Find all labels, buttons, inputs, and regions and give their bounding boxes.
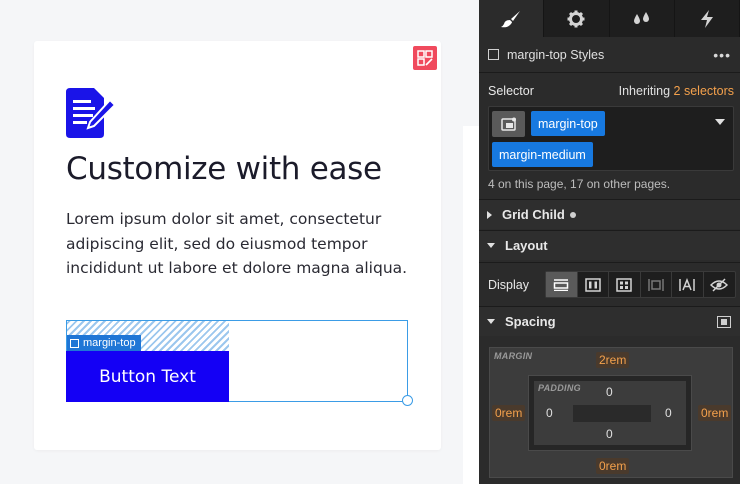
component-badge-icon[interactable] — [413, 46, 437, 70]
selector-label: Selector — [488, 84, 534, 98]
selector-field[interactable]: margin-top margin-medium — [488, 106, 734, 171]
drops-icon — [633, 11, 649, 24]
display-label: Display — [488, 278, 529, 292]
eye-slash-icon — [710, 277, 729, 292]
lightning-icon — [700, 9, 713, 28]
tab-style[interactable] — [479, 0, 545, 37]
section-title: Grid Child — [502, 207, 565, 222]
paintbrush-icon — [501, 10, 521, 27]
content-box — [573, 405, 651, 422]
display-inline-block-button[interactable] — [641, 272, 672, 297]
margin-editor: MARGIN 2rem 0rem 0rem 0rem PADDING 0 0 0… — [489, 347, 733, 478]
display-inline-icon — [679, 277, 695, 291]
section-grid-child[interactable]: Grid Child — [479, 199, 740, 229]
element-square-icon — [488, 49, 499, 60]
card-paragraph[interactable]: Lorem ipsum dolor sit amet, consectetur … — [66, 207, 411, 281]
margin-label: MARGIN — [494, 351, 533, 361]
resize-handle[interactable] — [402, 395, 413, 406]
padding-editor: PADDING 0 0 0 0 — [528, 375, 692, 451]
usage-note: 4 on this page, 17 on other pages. — [488, 177, 671, 191]
padding-left-value[interactable]: 0 — [546, 406, 553, 420]
padding-bottom-value[interactable]: 0 — [606, 427, 613, 441]
display-mode-group — [545, 271, 736, 298]
inheriting-info: Inheriting 2 selectors — [619, 84, 734, 98]
margin-left-value[interactable]: 0rem — [492, 405, 526, 421]
display-inline-button[interactable] — [672, 272, 704, 297]
caret-down-icon — [487, 243, 495, 248]
display-row: Display — [479, 262, 740, 306]
inheriting-prefix: Inheriting — [618, 84, 671, 98]
selector-state-icon — [500, 117, 516, 131]
modified-dot-icon — [569, 211, 576, 218]
caret-down-icon — [487, 319, 495, 324]
selector-state-button[interactable] — [492, 111, 525, 137]
section-layout[interactable]: Layout — [479, 230, 740, 260]
styles-header: margin-top Styles ••• — [479, 37, 740, 73]
display-grid-button[interactable] — [609, 272, 641, 297]
styles-title: margin-top Styles — [507, 47, 605, 62]
chevron-down-icon[interactable] — [715, 119, 725, 125]
feature-card[interactable]: Customize with ease Lorem ipsum dolor si… — [34, 41, 441, 450]
more-options-icon[interactable]: ••• — [713, 47, 731, 63]
tab-settings[interactable] — [544, 0, 610, 37]
selected-element-label[interactable]: margin-top — [67, 335, 141, 351]
tab-interactions-drops[interactable] — [610, 0, 675, 37]
display-none-button[interactable] — [704, 272, 735, 297]
card-heading[interactable]: Customize with ease — [66, 151, 382, 187]
display-flex-icon — [585, 277, 601, 292]
card-button[interactable]: Button Text — [66, 351, 229, 402]
padding-area: PADDING 0 0 0 0 — [534, 381, 686, 445]
gear-icon — [567, 10, 585, 27]
element-square-icon — [70, 338, 79, 348]
spacing-preset-icon[interactable] — [717, 316, 731, 328]
padding-label: PADDING — [538, 383, 581, 393]
section-title: Layout — [505, 238, 548, 253]
selector-tag-margin-top[interactable]: margin-top — [531, 111, 605, 136]
display-block-button[interactable] — [546, 272, 578, 297]
margin-bottom-value[interactable]: 0rem — [596, 458, 630, 474]
padding-right-value[interactable]: 0 — [665, 406, 672, 420]
margin-top-value[interactable]: 2rem — [596, 352, 630, 368]
display-block-icon — [554, 278, 569, 291]
section-spacing[interactable]: Spacing — [479, 306, 740, 336]
caret-right-icon — [487, 210, 492, 219]
style-panel: margin-top Styles ••• Selector Inheritin… — [479, 0, 740, 484]
document-edit-icon — [66, 88, 117, 138]
canvas-page-edge — [463, 126, 479, 484]
tab-interactions[interactable] — [675, 0, 740, 37]
padding-top-value[interactable]: 0 — [606, 385, 613, 399]
selected-element-name: margin-top — [83, 337, 136, 349]
display-grid-icon — [616, 277, 632, 292]
section-title: Spacing — [505, 314, 556, 329]
selector-tag-margin-medium[interactable]: margin-medium — [492, 142, 593, 167]
panel-tabs — [479, 0, 740, 37]
design-canvas[interactable]: Customize with ease Lorem ipsum dolor si… — [0, 0, 479, 484]
display-flex-button[interactable] — [578, 272, 609, 297]
display-inline-block-icon — [648, 278, 664, 291]
inheriting-selectors-link[interactable]: 2 selectors — [674, 84, 734, 98]
margin-right-value[interactable]: 0rem — [698, 405, 732, 421]
